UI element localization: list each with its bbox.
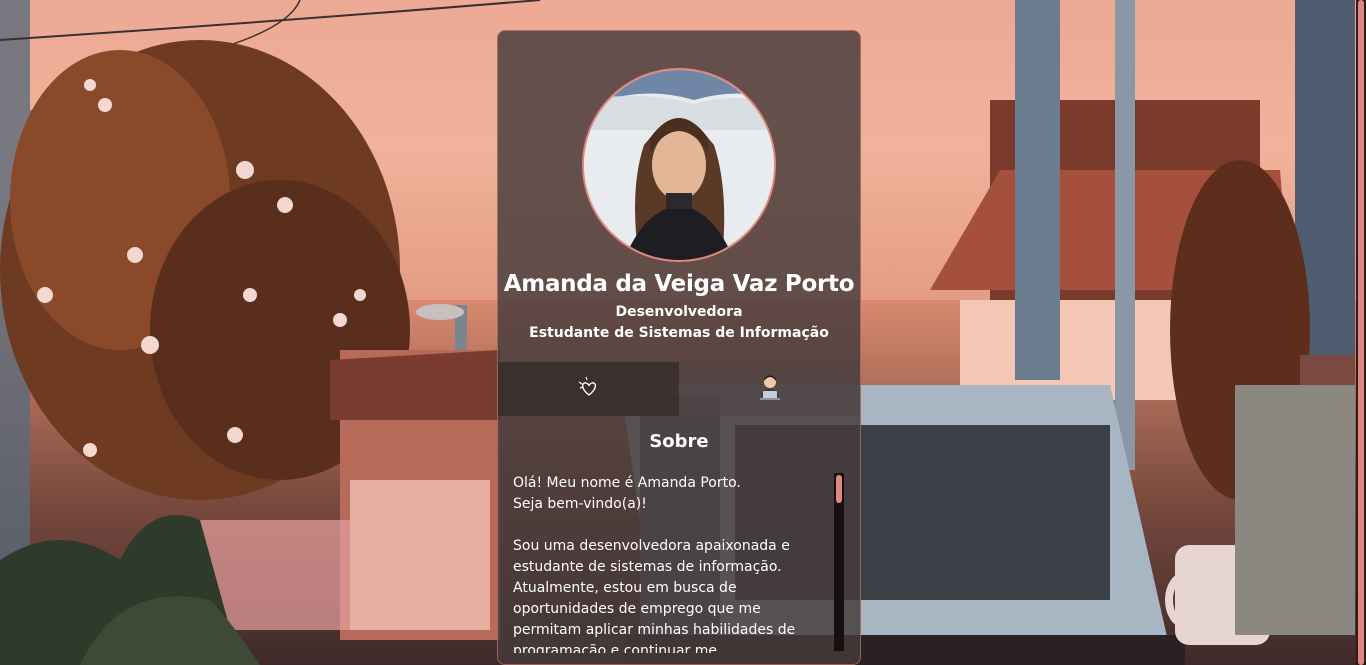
tab-developer[interactable] (679, 362, 860, 416)
profile-name: Amanda da Veiga Vaz Porto (503, 271, 855, 297)
about-title: Sobre (649, 431, 709, 452)
profile-avatar (582, 68, 776, 262)
about-scrollbar-thumb[interactable] (836, 475, 842, 503)
about-text: Olá! Meu nome é Amanda Porto. Seja bem-v… (513, 475, 796, 653)
developer-laptop-icon (756, 373, 784, 405)
tab-sobre[interactable] (498, 362, 679, 416)
profile-study: Estudante de Sistemas de Informação (529, 325, 829, 341)
profile-role: Desenvolvedora (615, 304, 743, 320)
about-text-box[interactable]: Olá! Meu nome é Amanda Porto. Seja bem-v… (513, 473, 833, 653)
sparkle-heart-icon (576, 374, 602, 404)
page-scrollbar-thumb[interactable] (1358, 0, 1364, 665)
about-scrollbar[interactable] (834, 473, 844, 651)
profile-card: Amanda da Veiga Vaz Porto Desenvolvedora… (497, 30, 861, 665)
page-scrollbar[interactable] (1356, 0, 1366, 665)
profile-tabs (498, 362, 860, 416)
